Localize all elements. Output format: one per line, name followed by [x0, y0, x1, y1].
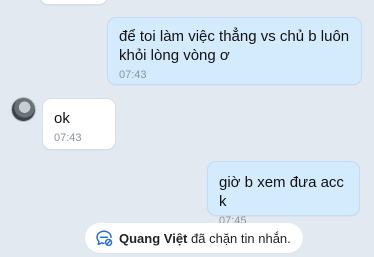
chat-conversation: để toi làm việc thẳng vs chủ b luôn khỏi…: [0, 0, 374, 257]
message-text: để toi làm việc thẳng vs chủ b luôn khỏi…: [119, 28, 350, 64]
blocked-notice-label: Quang Việt đã chặn tin nhắn.: [119, 231, 291, 246]
contact-name: Quang Việt: [119, 230, 188, 246]
blocked-notice-text: đã chặn tin nhắn.: [191, 230, 291, 246]
message-bubble-incoming[interactable]: ok 07:43: [42, 98, 116, 150]
avatar[interactable]: [11, 97, 36, 122]
message-text: giờ b xem đưa acc k: [219, 174, 344, 210]
message-bubble-outgoing[interactable]: để toi làm việc thẳng vs chủ b luôn khỏi…: [107, 17, 362, 85]
blocked-chat-icon: [95, 229, 113, 247]
message-text: ok: [54, 110, 70, 127]
message-bubble-outgoing[interactable]: giờ b xem đưa acc k 07:45: [207, 161, 360, 227]
blocked-notice: Quang Việt đã chặn tin nhắn.: [85, 223, 303, 253]
message-time: 07:43: [54, 132, 82, 144]
previous-message-bubble[interactable]: [39, 0, 108, 5]
message-time: 07:43: [119, 69, 147, 81]
